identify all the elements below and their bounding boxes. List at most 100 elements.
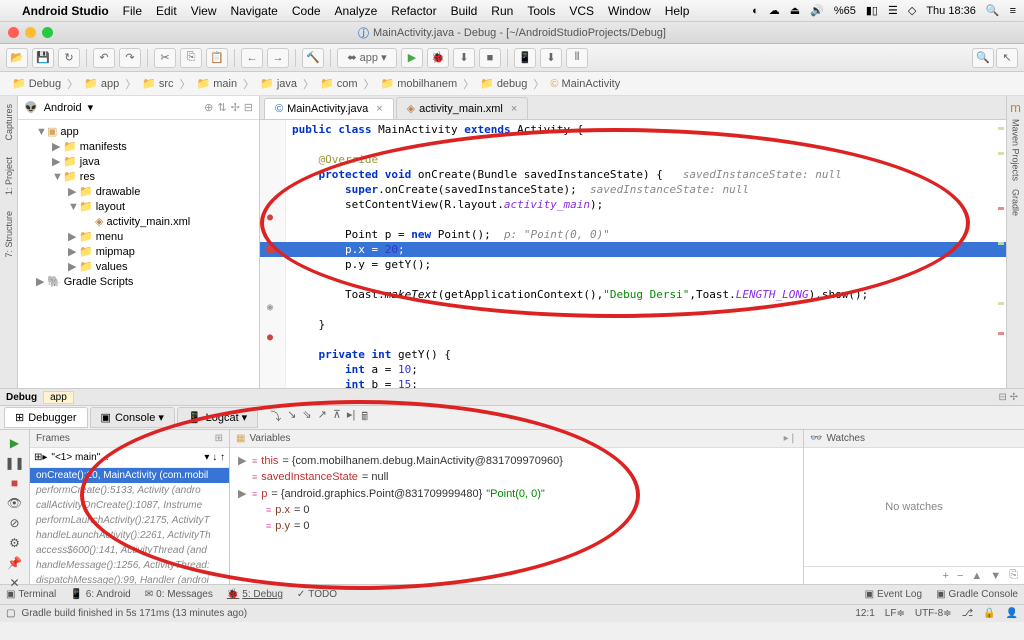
tree-node[interactable]: ▶📁drawable xyxy=(18,184,259,199)
menu-build[interactable]: Build xyxy=(451,4,478,18)
paste-button[interactable]: 📋 xyxy=(206,48,228,68)
stack-frame[interactable]: performCreate():5133, Activity (andro xyxy=(30,483,229,498)
sync-button[interactable]: ↻ xyxy=(58,48,80,68)
bottom-tab[interactable]: ▣Terminal xyxy=(6,589,56,600)
remove-watch-button[interactable]: − xyxy=(957,570,963,582)
close-button[interactable]: ✕ xyxy=(9,576,19,590)
bottom-tab[interactable]: ▣Event Log xyxy=(865,589,923,600)
back-button[interactable]: ← xyxy=(241,48,263,68)
eject-icon[interactable]: ⏏ xyxy=(790,4,800,17)
help-button[interactable]: ↖ xyxy=(996,48,1018,68)
make-button[interactable]: 🔨 xyxy=(302,48,324,68)
volume-icon[interactable]: 🔊 xyxy=(810,4,824,17)
code-line[interactable]: super.onCreate(savedInstanceState); save… xyxy=(292,182,1006,197)
cloud-icon[interactable]: ☁ xyxy=(769,4,780,17)
editor-tab[interactable]: ©MainActivity.java× xyxy=(264,98,394,119)
debug-tab-debugger[interactable]: ⊞Debugger xyxy=(4,407,88,428)
menu-android-studio[interactable]: Android Studio xyxy=(22,4,109,18)
settings-icon[interactable]: ✢ xyxy=(231,101,240,114)
variable-row[interactable]: ≡p.x = 0 xyxy=(234,502,799,518)
breadcrumb-item[interactable]: 📁src xyxy=(138,76,177,91)
wifi-icon[interactable]: ☰ xyxy=(888,4,898,17)
restore-icon[interactable]: ⊞ xyxy=(215,433,223,444)
menu-view[interactable]: View xyxy=(191,4,217,18)
undo-button[interactable]: ↶ xyxy=(93,48,115,68)
error-stripe[interactable] xyxy=(996,122,1004,388)
variable-row[interactable]: ≡p.y = 0 xyxy=(234,518,799,534)
spotlight-icon[interactable]: 🔍 xyxy=(986,4,1000,17)
mute-breakpoints-button[interactable]: ⊘ xyxy=(9,516,19,530)
run-button[interactable]: ▶ xyxy=(401,48,423,68)
code-line[interactable]: int a = 10; xyxy=(292,362,1006,377)
breadcrumb-item[interactable]: ©MainActivity xyxy=(546,77,624,91)
editor-tab[interactable]: ◈activity_main.xml× xyxy=(396,97,529,119)
bottom-left-icon[interactable]: ▢ xyxy=(6,608,15,619)
code-line[interactable] xyxy=(292,212,1006,227)
settings-button[interactable]: ⚙ xyxy=(9,536,20,550)
debug-panel-header[interactable]: Debug app ⊟ ✢ xyxy=(0,388,1024,406)
ddms-button[interactable]: ⫴ xyxy=(566,48,588,68)
zoom-window-button[interactable] xyxy=(42,27,53,38)
copy-button[interactable]: ⎘ xyxy=(180,48,202,68)
down-button[interactable]: ▼ xyxy=(990,570,1001,582)
redo-button[interactable]: ↷ xyxy=(119,48,141,68)
menu-code[interactable]: Code xyxy=(292,4,321,18)
pin-button[interactable]: 📌 xyxy=(7,556,22,570)
tree-node[interactable]: ▼📁layout xyxy=(18,199,259,214)
encoding[interactable]: UTF-8≑ xyxy=(915,608,952,619)
tree-node[interactable]: ▶📁mipmap xyxy=(18,244,259,259)
code-line[interactable]: int b = 15; xyxy=(292,377,1006,388)
left-strip-tab[interactable]: 1: Project xyxy=(3,153,15,199)
project-tree-header[interactable]: 👽 Android ▾ ⊕ ⇅ ✢ ⊟ xyxy=(18,96,259,120)
code-line[interactable]: private int getY() { xyxy=(292,347,1006,362)
stack-frame[interactable]: handleLaunchActivity():2261, ActivityTh xyxy=(30,528,229,543)
avd-manager-button[interactable]: 📱 xyxy=(514,48,536,68)
up-button[interactable]: ▲ xyxy=(971,570,982,582)
breadcrumb-item[interactable]: 📁java xyxy=(256,76,301,91)
code-line[interactable] xyxy=(292,302,1006,317)
variable-row[interactable]: ▶≡this = {com.mobilhanem.debug.MainActiv… xyxy=(234,452,799,469)
step-into-button[interactable]: ↘ xyxy=(287,408,296,427)
stack-frame[interactable]: callActivityOnCreate():1087, Instrume xyxy=(30,498,229,513)
run-to-cursor-button[interactable]: ▸| xyxy=(347,408,355,427)
tree-node[interactable]: ▼📁res xyxy=(18,169,259,184)
cut-button[interactable]: ✂ xyxy=(154,48,176,68)
menu-help[interactable]: Help xyxy=(665,4,690,18)
inspector-icon[interactable]: 👤 xyxy=(1006,608,1018,619)
menu-extra-icon[interactable]: ◐ xyxy=(752,5,759,17)
view-breakpoints-button[interactable]: 👁 xyxy=(7,496,22,510)
bottom-tab[interactable]: ▣Gradle Console xyxy=(936,589,1018,600)
search-button[interactable]: 🔍 xyxy=(972,48,994,68)
bottom-tab[interactable]: ✉0: Messages xyxy=(145,589,213,600)
bottom-tab[interactable]: ✓TODO xyxy=(297,589,337,600)
battery-icon[interactable]: ▮▯ xyxy=(866,4,878,17)
menu-vcs[interactable]: VCS xyxy=(569,4,594,18)
maven-icon[interactable]: m xyxy=(1010,100,1021,115)
tree-node[interactable]: ▶🐘Gradle Scripts xyxy=(18,274,259,289)
code-line[interactable]: p.y = getY(); xyxy=(292,257,1006,272)
hide-icon[interactable]: ⊟ xyxy=(244,101,253,114)
menu-extra-icon[interactable]: ◇ xyxy=(908,4,916,17)
debug-button[interactable]: 🐞 xyxy=(427,48,449,68)
code-line[interactable] xyxy=(292,137,1006,152)
stack-frame[interactable]: onCreate():20, MainActivity (com.mobil xyxy=(30,468,229,483)
menu-refactor[interactable]: Refactor xyxy=(391,4,436,18)
menu-file[interactable]: File xyxy=(123,4,142,18)
stop-button[interactable]: ■ xyxy=(11,476,18,490)
code-line[interactable]: public class MainActivity extends Activi… xyxy=(292,122,1006,137)
git-icon[interactable]: ⎇ xyxy=(962,608,974,619)
code-line[interactable]: Toast.makeText(getApplicationContext(),"… xyxy=(292,287,1006,302)
tree-node[interactable]: ▶📁values xyxy=(18,259,259,274)
tree-node[interactable]: ▼▣app xyxy=(18,124,259,139)
line-ending[interactable]: LF≑ xyxy=(885,608,905,619)
stack-frame[interactable]: performLaunchActivity():2175, ActivityT xyxy=(30,513,229,528)
menu-run[interactable]: Run xyxy=(491,4,513,18)
breadcrumb-item[interactable]: 📁debug xyxy=(476,76,531,91)
close-tab-icon[interactable]: × xyxy=(511,103,517,115)
force-step-into-button[interactable]: ⇘ xyxy=(302,408,311,427)
pause-button[interactable]: ❚❚ xyxy=(4,456,24,470)
open-button[interactable]: 📂 xyxy=(6,48,28,68)
code-editor[interactable]: ● ◉ ● public class MainActivity extends … xyxy=(260,120,1006,388)
close-tab-icon[interactable]: × xyxy=(376,103,382,115)
breadcrumb-item[interactable]: 📁Debug xyxy=(8,76,65,91)
